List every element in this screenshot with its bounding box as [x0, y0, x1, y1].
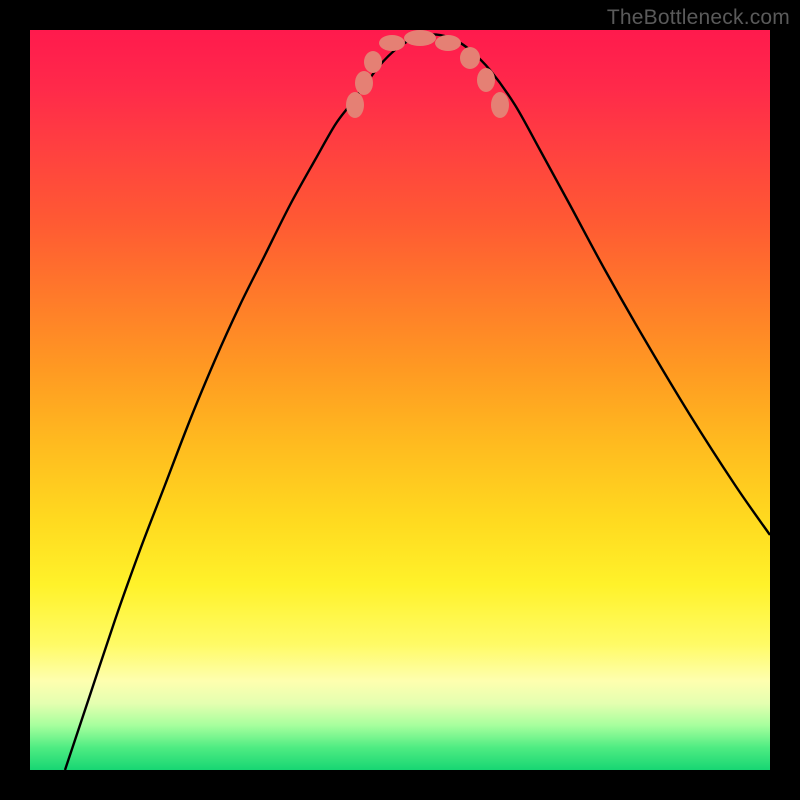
- curve-marker: [379, 35, 405, 51]
- curve-marker: [355, 71, 373, 95]
- bottleneck-curve: [65, 34, 770, 770]
- chart-frame: TheBottleneck.com: [0, 0, 800, 800]
- curve-marker: [477, 68, 495, 92]
- curve-marker: [435, 35, 461, 51]
- curve-svg: [30, 30, 770, 770]
- curve-marker: [460, 47, 480, 69]
- plot-area: [30, 30, 770, 770]
- curve-marker: [346, 92, 364, 118]
- watermark-text: TheBottleneck.com: [607, 6, 790, 30]
- curve-marker: [364, 51, 382, 73]
- curve-marker: [404, 30, 436, 46]
- curve-marker: [491, 92, 509, 118]
